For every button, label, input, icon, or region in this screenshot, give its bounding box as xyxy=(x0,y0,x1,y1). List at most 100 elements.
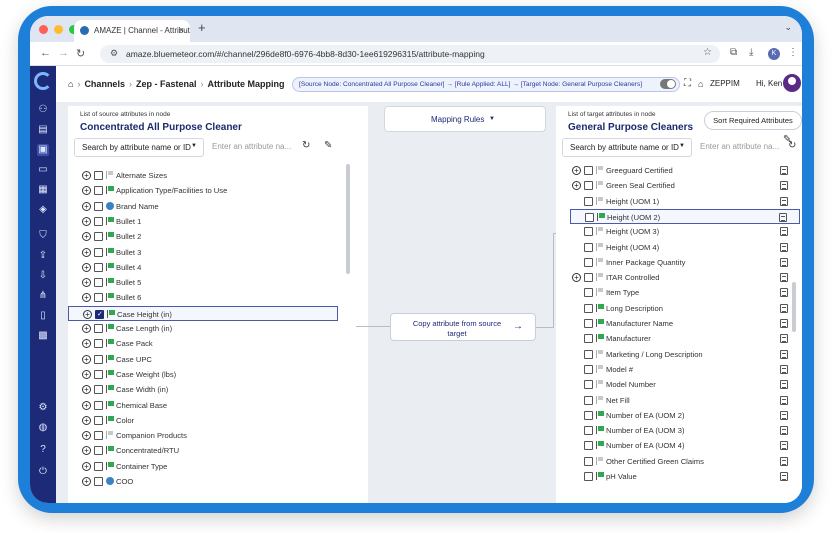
attribute-checkbox[interactable] xyxy=(95,309,104,319)
source-attribute-row[interactable]: + Application Type/Facilities to Use xyxy=(68,183,338,198)
source-attribute-row[interactable]: + Case Weight (lbs) xyxy=(68,367,338,382)
expand-plus-icon[interactable]: + xyxy=(572,166,581,175)
attribute-details-icon[interactable] xyxy=(780,380,788,390)
expand-plus-icon[interactable]: + xyxy=(83,309,92,319)
target-attribute-row[interactable]: Model Number xyxy=(570,377,800,392)
attribute-checkbox[interactable] xyxy=(584,380,593,390)
attribute-details-icon[interactable] xyxy=(780,181,788,191)
source-refresh-icon[interactable]: ↻ xyxy=(302,140,310,151)
close-window-button[interactable] xyxy=(39,25,48,34)
url-field[interactable]: ⚙ amaze.bluemeteor.com/#/channel/296de8f… xyxy=(100,45,720,63)
shield-icon[interactable]: ⛉ xyxy=(37,230,49,242)
document-icon[interactable]: ▯ xyxy=(37,310,49,322)
home-icon[interactable]: ⌂ xyxy=(68,79,73,89)
source-attribute-row[interactable]: + Case Length (in) xyxy=(68,321,338,336)
source-attribute-row[interactable]: + Concentrated/RTU xyxy=(68,443,338,458)
target-search-input[interactable]: Enter an attribute na... xyxy=(692,138,779,157)
summary-toggle[interactable] xyxy=(660,79,676,89)
minimize-window-button[interactable] xyxy=(54,25,63,34)
source-attribute-row[interactable]: + Brand Name xyxy=(68,199,338,214)
attribute-checkbox[interactable] xyxy=(584,319,593,328)
attribute-checkbox[interactable] xyxy=(584,426,593,436)
network-icon[interactable]: ⚇ xyxy=(37,104,49,116)
attribute-checkbox[interactable] xyxy=(584,395,593,405)
new-tab-button[interactable]: + xyxy=(198,20,206,35)
target-attribute-row[interactable]: Manufacturer xyxy=(570,331,800,346)
attribute-checkbox[interactable] xyxy=(94,369,103,379)
attribute-checkbox[interactable] xyxy=(94,431,103,441)
attribute-details-icon[interactable] xyxy=(780,242,788,252)
attribute-checkbox[interactable] xyxy=(94,232,103,242)
target-attribute-row[interactable]: Height (UOM 2) xyxy=(570,208,800,224)
app-logo-icon[interactable] xyxy=(34,72,52,90)
source-attribute-row[interactable]: + Bullet 4 xyxy=(68,260,338,275)
attribute-details-icon[interactable] xyxy=(780,456,788,466)
attribute-checkbox[interactable] xyxy=(94,216,103,226)
expand-plus-icon[interactable]: + xyxy=(82,369,91,379)
attribute-details-icon[interactable] xyxy=(780,334,788,344)
source-scrollbar[interactable] xyxy=(346,164,350,274)
target-search-mode-select[interactable]: Search by attribute name or ID ▼ xyxy=(562,138,692,157)
attribute-checkbox[interactable] xyxy=(94,415,103,425)
attribute-checkbox[interactable] xyxy=(584,349,593,359)
attribute-details-icon[interactable] xyxy=(780,196,788,206)
attribute-checkbox[interactable] xyxy=(584,196,593,206)
source-attribute-row[interactable]: + Case UPC xyxy=(68,352,338,367)
attribute-details-icon[interactable] xyxy=(780,273,788,283)
attribute-checkbox[interactable] xyxy=(584,273,593,283)
target-attribute-row[interactable]: Inner Package Quantity xyxy=(570,255,800,270)
expand-plus-icon[interactable]: + xyxy=(82,278,91,288)
logout-power-icon[interactable]: ⏻ xyxy=(37,466,49,478)
tab-close-icon[interactable]: × xyxy=(179,25,184,35)
sort-required-attributes-button[interactable]: Sort Required Attributes xyxy=(704,111,802,130)
attribute-checkbox[interactable] xyxy=(94,477,103,486)
attribute-checkbox[interactable] xyxy=(584,456,593,466)
catalog-icon[interactable]: ▤ xyxy=(37,124,49,136)
attribute-details-icon[interactable] xyxy=(780,166,788,175)
source-attribute-row[interactable]: + Bullet 1 xyxy=(68,214,338,229)
attribute-checkbox[interactable] xyxy=(584,257,593,267)
target-attribute-row[interactable]: Height (UOM 3) xyxy=(570,224,800,239)
expand-plus-icon[interactable]: + xyxy=(572,181,581,191)
target-attribute-row[interactable]: Other Certified Green Claims xyxy=(570,454,800,469)
expand-plus-icon[interactable]: + xyxy=(82,232,91,242)
attribute-details-icon[interactable] xyxy=(780,257,788,267)
extensions-icon[interactable]: ⧉ xyxy=(730,47,737,58)
user-avatar[interactable] xyxy=(783,74,801,92)
attribute-checkbox[interactable] xyxy=(94,461,103,471)
tab-list-chevron-icon[interactable]: ⌄ xyxy=(784,22,792,33)
source-attribute-row[interactable]: + Bullet 6 xyxy=(68,290,338,305)
browser-tab[interactable]: AMAZE | Channel - Attribute M × xyxy=(74,20,190,42)
expand-plus-icon[interactable]: + xyxy=(82,415,91,425)
download-icon[interactable]: ⤓ xyxy=(749,47,753,58)
source-attribute-row[interactable]: + Container Type xyxy=(68,459,338,474)
attribute-details-icon[interactable] xyxy=(780,288,788,298)
expand-plus-icon[interactable]: + xyxy=(82,247,91,257)
source-attribute-row[interactable]: + Case Height (in) xyxy=(68,305,338,321)
forward-arrow-icon[interactable]: → xyxy=(58,47,69,59)
source-attribute-row[interactable]: + Case Width (in) xyxy=(68,382,338,397)
expand-plus-icon[interactable]: + xyxy=(82,446,91,456)
target-scrollbar[interactable] xyxy=(792,282,796,332)
attribute-checkbox[interactable] xyxy=(585,212,594,222)
attribute-checkbox[interactable] xyxy=(584,410,593,420)
source-attribute-row[interactable]: + Bullet 2 xyxy=(68,229,338,244)
attribute-checkbox[interactable] xyxy=(94,247,103,257)
breadcrumb-channels[interactable]: Channels xyxy=(84,79,125,89)
attribute-checkbox[interactable] xyxy=(94,262,103,272)
hierarchy-icon[interactable]: ⋔ xyxy=(37,290,49,302)
attribute-details-icon[interactable] xyxy=(780,472,788,481)
attribute-checkbox[interactable] xyxy=(94,354,103,364)
source-search-mode-select[interactable]: Search by attribute name or ID ▼ xyxy=(74,138,204,157)
expand-plus-icon[interactable]: + xyxy=(82,461,91,471)
attribute-details-icon[interactable] xyxy=(780,319,788,328)
settings-gear-icon[interactable]: ⚙ xyxy=(37,402,49,414)
help-icon[interactable]: ? xyxy=(37,444,49,456)
expand-plus-icon[interactable]: + xyxy=(82,216,91,226)
source-attribute-row[interactable]: + Bullet 3 xyxy=(68,245,338,260)
target-attribute-row[interactable]: Marketing / Long Description xyxy=(570,347,800,362)
chart-icon[interactable]: ▦ xyxy=(37,184,49,196)
target-attribute-row[interactable]: Height (UOM 4) xyxy=(570,240,800,255)
target-attribute-row[interactable]: Net Fill xyxy=(570,393,800,408)
expand-plus-icon[interactable]: + xyxy=(82,339,91,349)
